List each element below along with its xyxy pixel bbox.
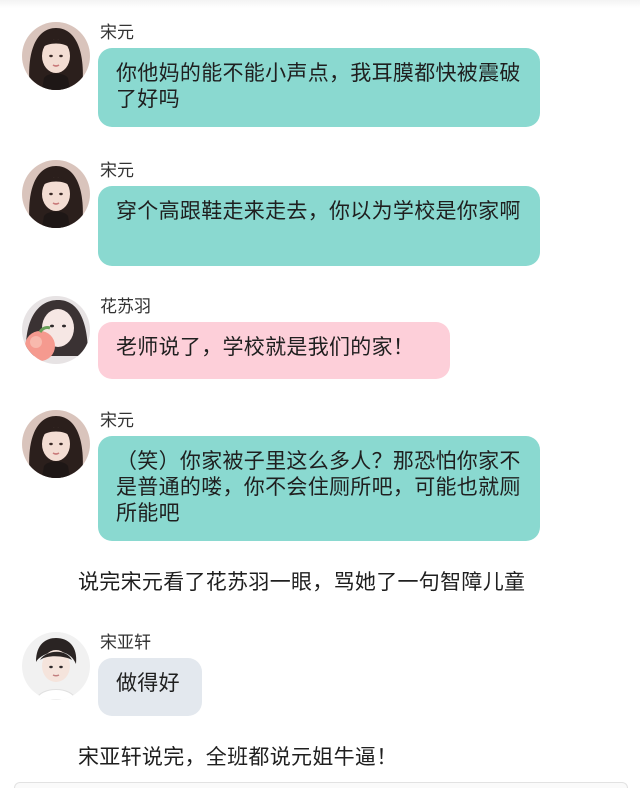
avatar[interactable] (22, 632, 90, 700)
chat-message: 宋元 你他妈的能不能小声点，我耳膜都快被震破了好吗 (22, 22, 622, 137)
message-bubble[interactable]: 做得好 (98, 658, 202, 716)
sender-name: 花苏羽 (100, 297, 151, 317)
avatar-girl-icon (22, 160, 90, 228)
avatar-girl-peach-icon (22, 296, 90, 364)
sender-name: 宋元 (100, 411, 134, 431)
top-divider (0, 0, 640, 8)
bottom-divider (14, 782, 628, 788)
sender-name: 宋元 (100, 161, 134, 181)
avatar-boy-icon (22, 632, 90, 700)
chat-message: 花苏羽 老师说了，学校就是我们的家！ (22, 296, 622, 386)
message-bubble[interactable]: 穿个高跟鞋走来走去，你以为学校是你家啊 (98, 186, 540, 266)
avatar[interactable] (22, 22, 90, 90)
chat-message: 宋亚轩 做得好 (22, 632, 622, 727)
message-bubble[interactable]: 你他妈的能不能小声点，我耳膜都快被震破了好吗 (98, 48, 540, 127)
narration-text: 宋亚轩说完，全班都说元姐牛逼！ (78, 745, 398, 769)
avatar-girl-icon (22, 22, 90, 90)
message-bubble[interactable]: 老师说了，学校就是我们的家！ (98, 322, 450, 379)
avatar[interactable] (22, 160, 90, 228)
message-bubble[interactable]: （笑）你家被子里这么多人？那恐怕你家不是普通的喽，你不会住厕所吧，可能也就厕所能… (98, 436, 540, 541)
chat-message: 宋元 （笑）你家被子里这么多人？那恐怕你家不是普通的喽，你不会住厕所吧，可能也就… (22, 410, 622, 550)
avatar[interactable] (22, 410, 90, 478)
chat-page: 宋元 你他妈的能不能小声点，我耳膜都快被震破了好吗 宋元 穿个高跟鞋走来走去，你… (0, 0, 640, 788)
chat-message: 宋元 穿个高跟鞋走来走去，你以为学校是你家啊 (22, 160, 622, 275)
narration-text: 说完宋元看了花苏羽一眼，骂她了一句智障儿童 (78, 570, 526, 594)
avatar[interactable] (22, 296, 90, 364)
avatar-girl-icon (22, 410, 90, 478)
sender-name: 宋元 (100, 23, 134, 43)
sender-name: 宋亚轩 (100, 633, 151, 653)
